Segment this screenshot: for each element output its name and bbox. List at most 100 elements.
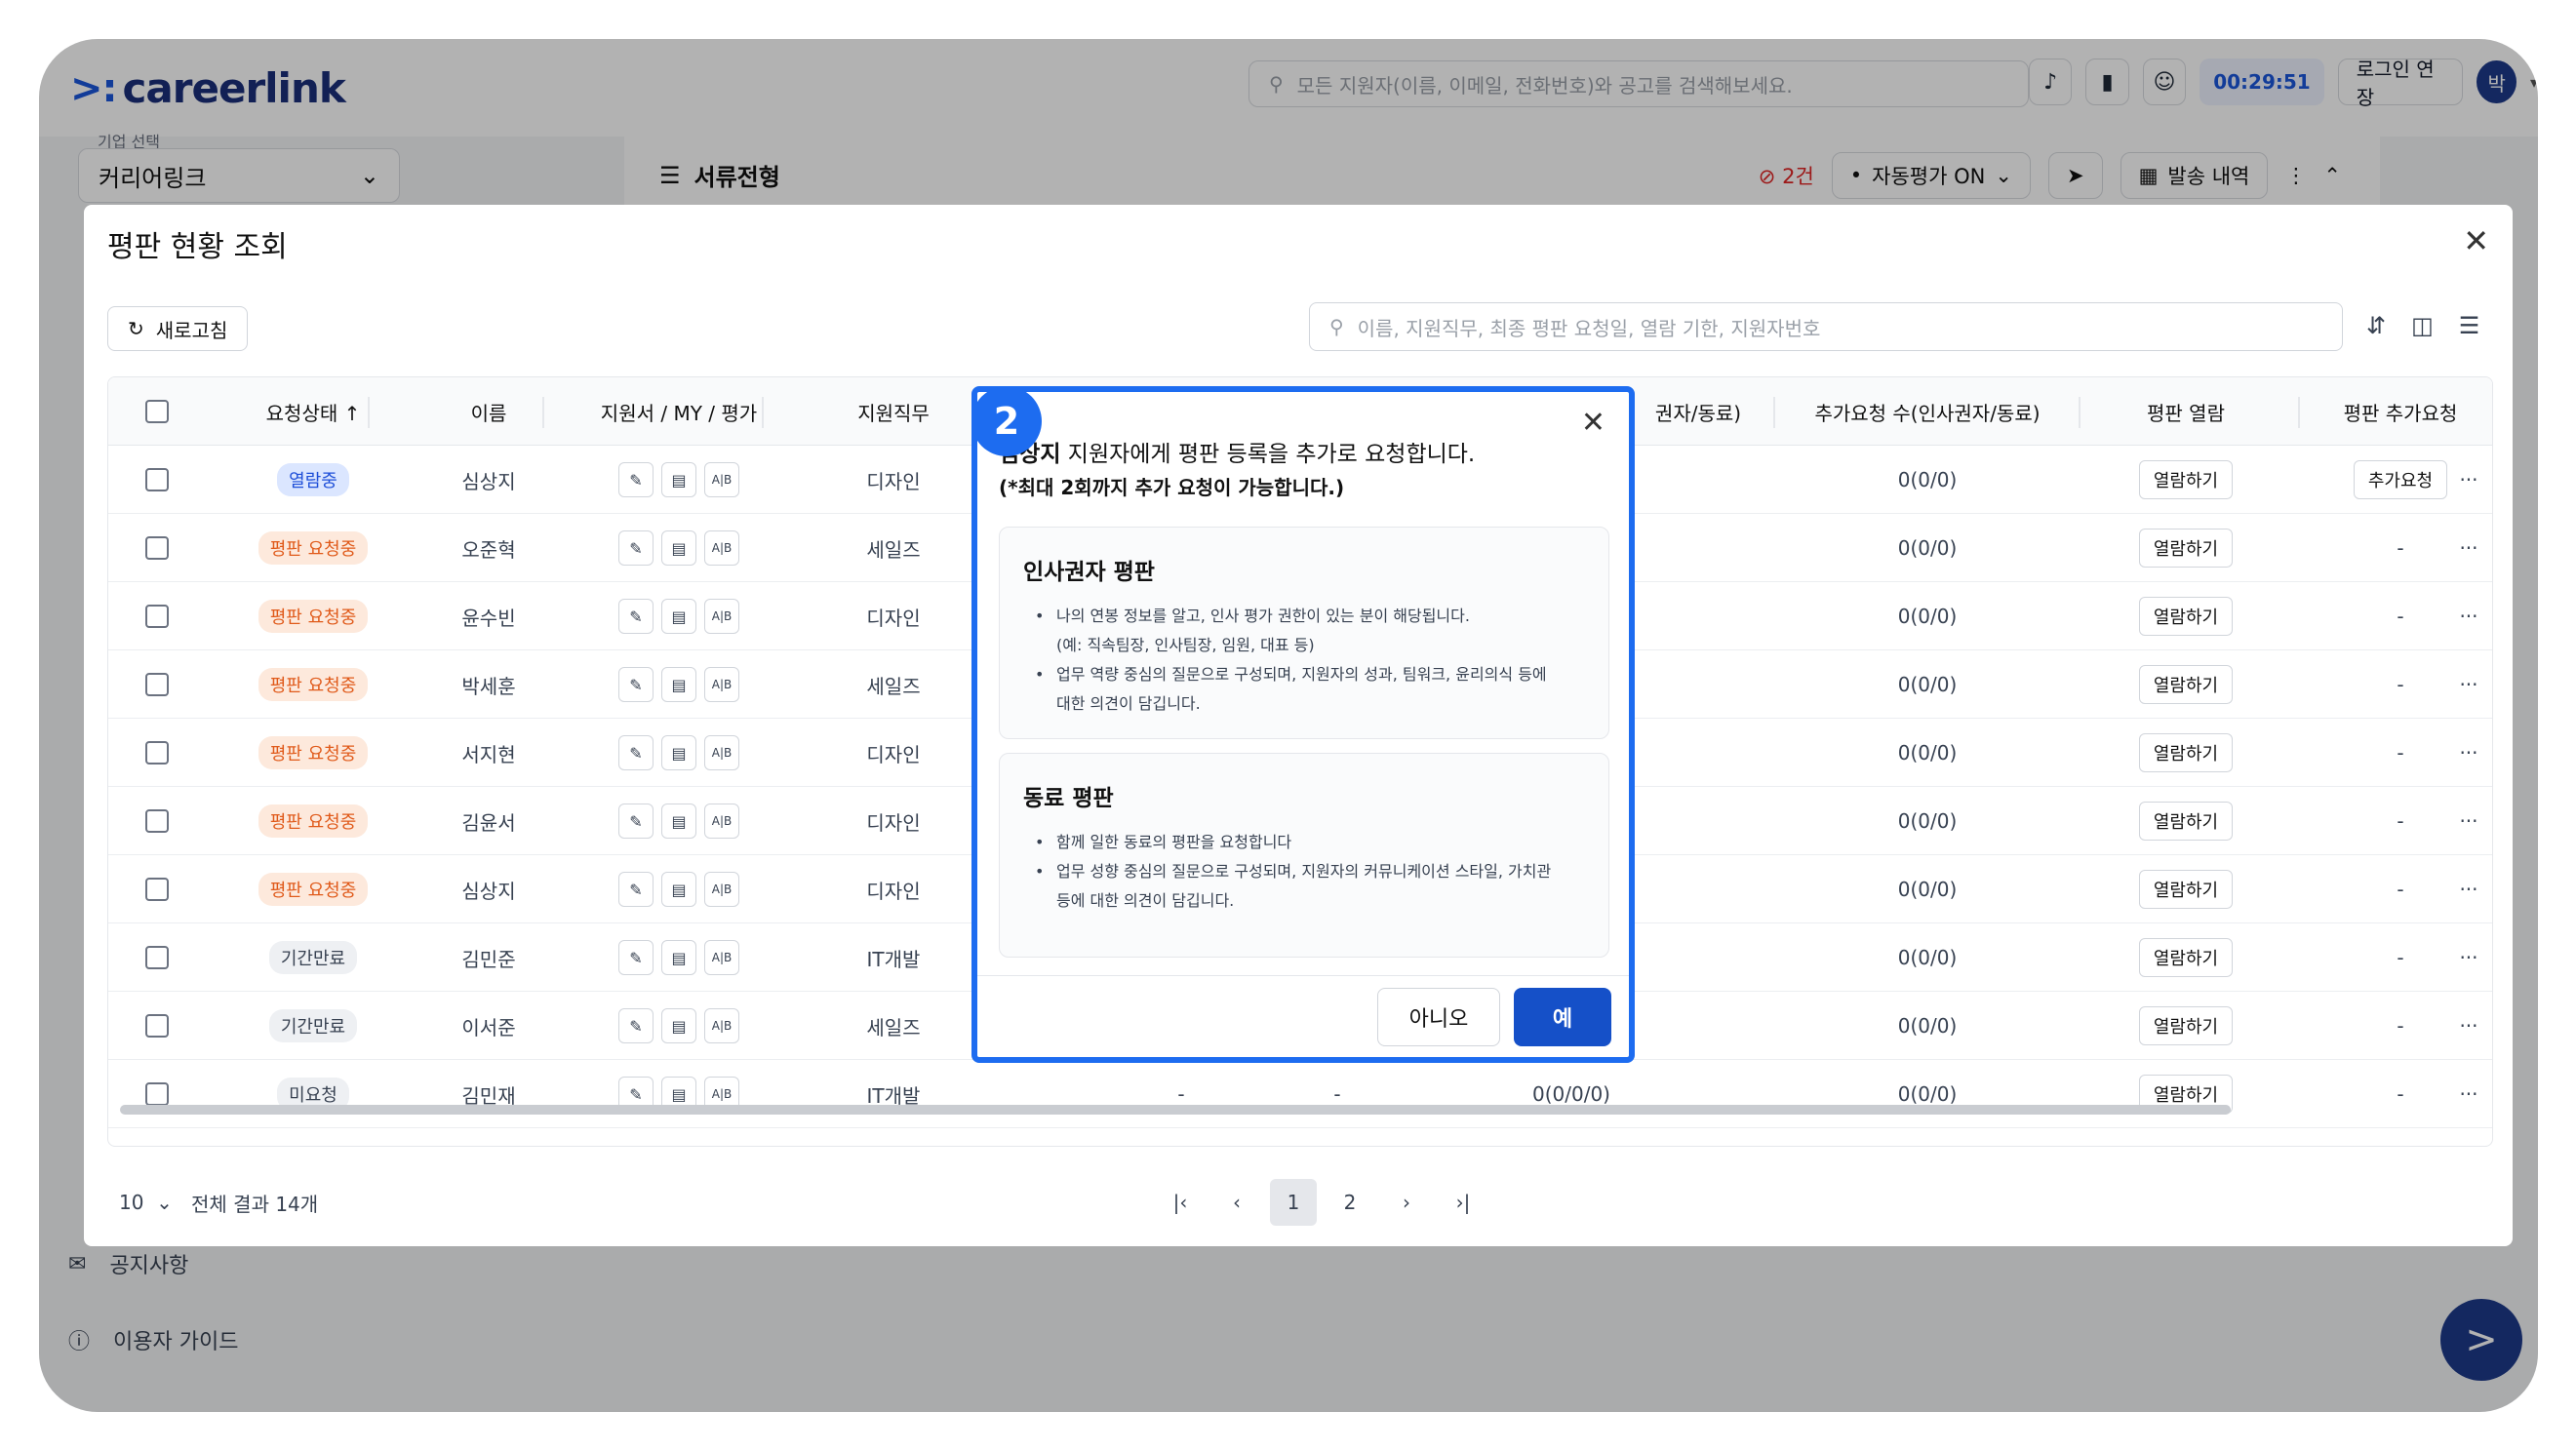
row-checkbox-cell[interactable] (138, 1060, 177, 1128)
more-icon[interactable]: ··· (2439, 719, 2492, 787)
checkbox[interactable] (145, 878, 169, 901)
resume-icon[interactable]: ✎ (618, 462, 654, 497)
more-icon[interactable]: ··· (2439, 787, 2492, 855)
ab-test-icon[interactable]: A|B (704, 735, 739, 770)
more-icon[interactable]: ··· (2439, 650, 2492, 719)
ab-test-icon[interactable]: A|B (704, 462, 739, 497)
resume-icon[interactable]: ✎ (618, 940, 654, 975)
col-extra-count[interactable]: 추가요청 수(인사권자/동료) (1781, 377, 2074, 446)
view-cell: 열람하기 (2088, 787, 2283, 855)
last-page-icon[interactable]: ›| (1440, 1179, 1486, 1226)
view-button[interactable]: 열람하기 (2138, 597, 2234, 636)
col-documents[interactable]: 지원서 / MY / 평가 (557, 377, 801, 446)
checkbox[interactable] (145, 468, 169, 491)
table-search-input[interactable]: ⚲ 이름, 지원직무, 최종 평판 요청일, 열람 기한, 지원자번호 (1309, 302, 2343, 351)
view-cell: 열람하기 (2088, 446, 2283, 514)
more-icon[interactable]: ··· (2439, 582, 2492, 650)
view-button[interactable]: 열람하기 (2138, 802, 2234, 841)
page-1[interactable]: 1 (1270, 1179, 1317, 1226)
next-page-icon[interactable]: › (1383, 1179, 1430, 1226)
more-icon[interactable]: ··· (2439, 992, 2492, 1060)
row-checkbox-cell[interactable] (138, 650, 177, 719)
modal-title: 평판 현황 조회 (107, 230, 288, 264)
resume-icon[interactable]: ✎ (618, 1008, 654, 1043)
col-view[interactable]: 평판 열람 (2088, 377, 2283, 446)
col-status[interactable]: 요청상태 ↑ (206, 377, 420, 446)
columns-icon[interactable]: ◫ (2411, 312, 2434, 339)
checkbox[interactable] (145, 536, 169, 560)
view-button[interactable]: 열람하기 (2138, 938, 2234, 977)
more-icon[interactable]: ··· (2439, 446, 2492, 514)
checkbox[interactable] (145, 673, 169, 696)
table-row[interactable]: 미요청 김민재 ✎ ▤ A|B IT개발 - - 0(0/0/0) 0(0/0) 열람하기 - ··· (108, 1060, 2492, 1128)
ab-test-icon[interactable]: A|B (704, 804, 739, 839)
ab-test-icon[interactable]: A|B (704, 1008, 739, 1043)
ab-test-icon[interactable]: A|B (704, 940, 739, 975)
more-icon[interactable]: ··· (2439, 514, 2492, 582)
clipboard-icon[interactable]: ▤ (661, 872, 696, 907)
yes-button[interactable]: 예 (1514, 988, 1611, 1046)
clipboard-icon[interactable]: ▤ (661, 530, 696, 566)
no-button[interactable]: 아니오 (1377, 988, 1500, 1046)
view-button[interactable]: 열람하기 (2138, 733, 2234, 772)
page-2[interactable]: 2 (1327, 1179, 1373, 1226)
clipboard-icon[interactable]: ▤ (661, 804, 696, 839)
checkbox[interactable] (145, 1082, 169, 1106)
extra-count-cell: 0(0/0) (1897, 536, 1958, 560)
clipboard-icon[interactable]: ▤ (661, 462, 696, 497)
checkbox[interactable] (145, 809, 169, 833)
checkbox[interactable] (145, 400, 169, 423)
resume-icon[interactable]: ✎ (618, 872, 654, 907)
ab-test-icon[interactable]: A|B (704, 667, 739, 702)
filter-icon[interactable]: ☰ (2459, 312, 2480, 339)
clipboard-icon[interactable]: ▤ (661, 735, 696, 770)
resume-icon[interactable]: ✎ (618, 530, 654, 566)
document-buttons: ✎ ▤ A|B (618, 530, 739, 566)
row-checkbox-cell[interactable] (138, 719, 177, 787)
add-request-button[interactable]: 추가요청 (2353, 460, 2448, 499)
refresh-button[interactable]: ↻ 새로고침 (107, 306, 249, 351)
clipboard-icon[interactable]: ▤ (661, 940, 696, 975)
row-checkbox-cell[interactable] (138, 855, 177, 923)
row-checkbox-cell[interactable] (138, 787, 177, 855)
more-icon[interactable]: ··· (2439, 855, 2492, 923)
clipboard-icon[interactable]: ▤ (661, 1008, 696, 1043)
checkbox[interactable] (145, 946, 169, 969)
first-page-icon[interactable]: |‹ (1157, 1179, 1204, 1226)
checkbox[interactable] (145, 1014, 169, 1038)
clipboard-icon[interactable]: ▤ (661, 599, 696, 634)
ab-test-icon[interactable]: A|B (704, 530, 739, 566)
row-checkbox-cell[interactable] (138, 582, 177, 650)
horizontal-scrollbar[interactable] (120, 1105, 2231, 1115)
more-icon[interactable]: ··· (2439, 1060, 2492, 1128)
row-checkbox-cell[interactable] (138, 514, 177, 582)
checkbox[interactable] (145, 741, 169, 765)
select-all-checkbox[interactable] (138, 377, 177, 446)
row-checkbox-cell[interactable] (138, 992, 177, 1060)
resume-icon[interactable]: ✎ (618, 735, 654, 770)
resume-icon[interactable]: ✎ (618, 599, 654, 634)
row-checkbox-cell[interactable] (138, 446, 177, 514)
more-icon[interactable]: ··· (2439, 923, 2492, 992)
close-icon[interactable]: ✕ (2463, 222, 2489, 259)
col-name[interactable]: 이름 (430, 377, 547, 446)
col-req-count[interactable]: 권자/동료) (1630, 377, 1766, 446)
checkbox[interactable] (145, 605, 169, 628)
row-checkbox-cell[interactable] (138, 923, 177, 992)
add-request-none: - (2397, 1082, 2404, 1106)
view-button[interactable]: 열람하기 (2138, 460, 2234, 499)
close-icon[interactable]: ✕ (1581, 406, 1605, 440)
ab-test-icon[interactable]: A|B (704, 599, 739, 634)
prev-page-icon[interactable]: ‹ (1213, 1179, 1260, 1226)
page-size-select[interactable]: 10 ⌄ 전체 결과 14개 (119, 1178, 318, 1227)
resume-icon[interactable]: ✎ (618, 804, 654, 839)
view-button[interactable]: 열람하기 (2138, 870, 2234, 909)
col-add-request[interactable]: 평판 추가요청 (2303, 377, 2492, 446)
view-button[interactable]: 열람하기 (2138, 529, 2234, 568)
ab-test-icon[interactable]: A|B (704, 872, 739, 907)
view-button[interactable]: 열람하기 (2138, 665, 2234, 704)
sort-icon[interactable]: ⇵ (2366, 312, 2386, 339)
clipboard-icon[interactable]: ▤ (661, 667, 696, 702)
view-button[interactable]: 열람하기 (2138, 1006, 2234, 1045)
resume-icon[interactable]: ✎ (618, 667, 654, 702)
